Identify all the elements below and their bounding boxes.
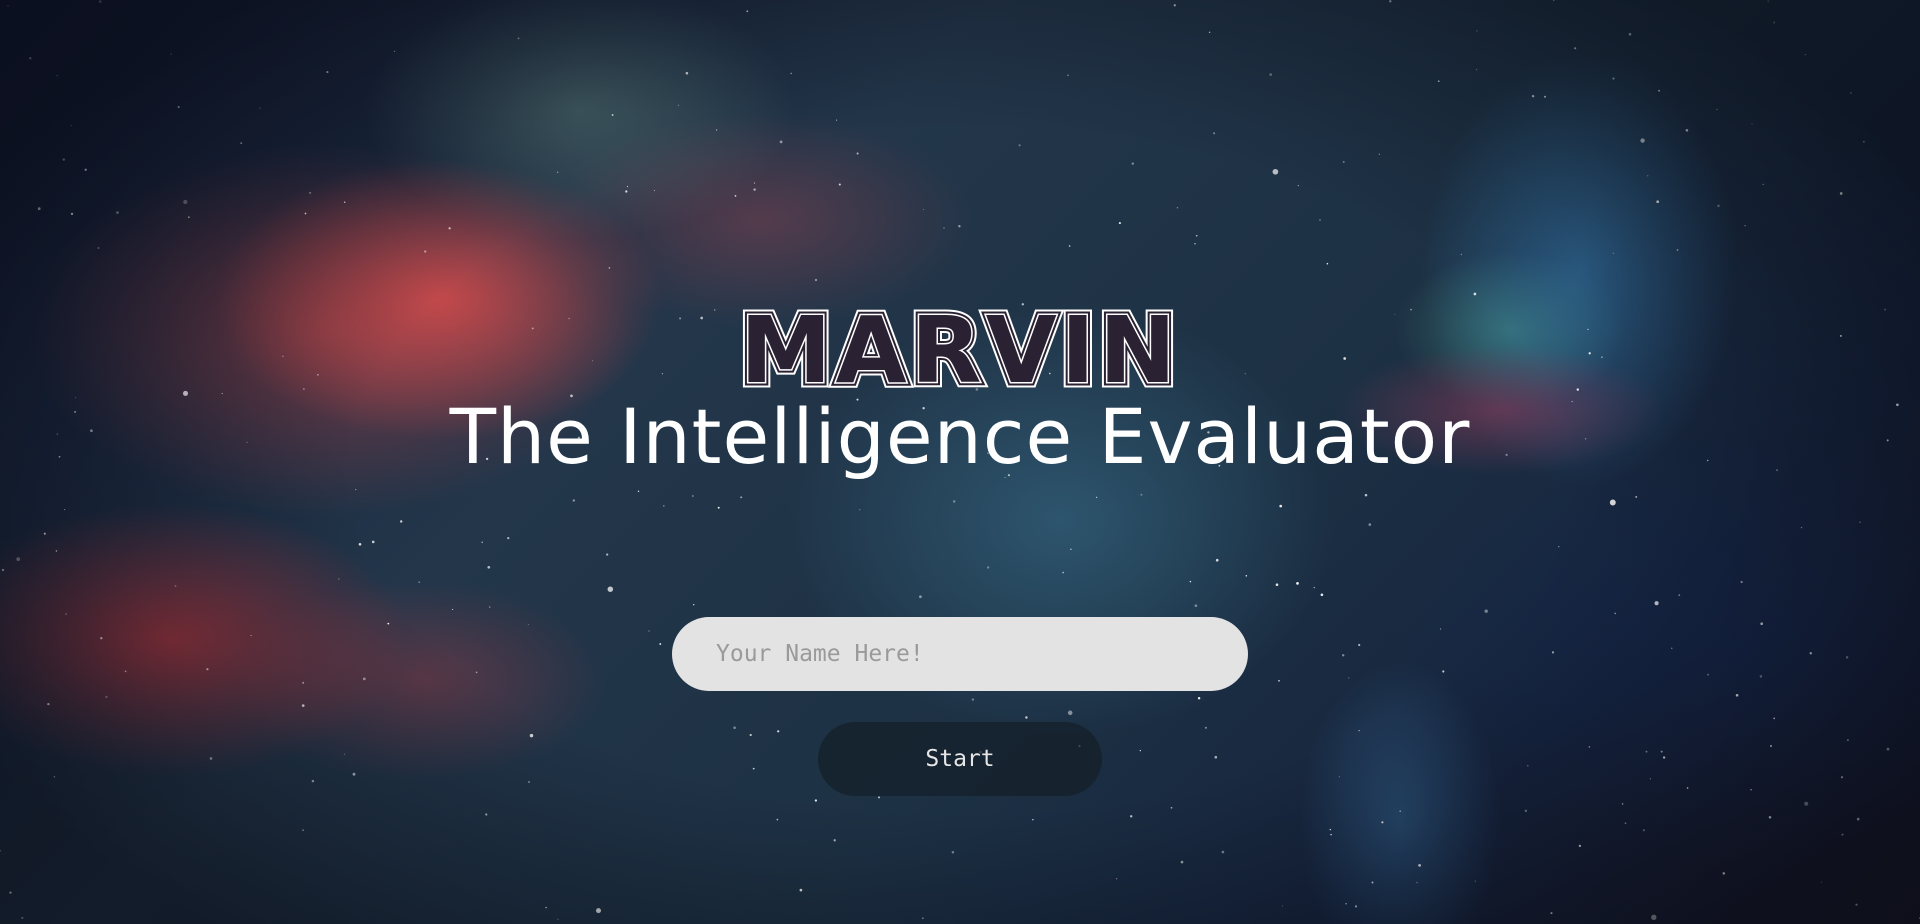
logo-core: MARVIN: [740, 300, 1180, 390]
marvin-logo: MARVIN MARVIN MARVIN MARVIN: [734, 300, 1181, 390]
page-subtitle: The Intelligence Evaluator: [449, 392, 1471, 481]
hero: MARVIN MARVIN MARVIN MARVIN The Intellig…: [0, 300, 1920, 482]
name-input[interactable]: [672, 617, 1248, 691]
start-button[interactable]: Start: [818, 722, 1102, 796]
